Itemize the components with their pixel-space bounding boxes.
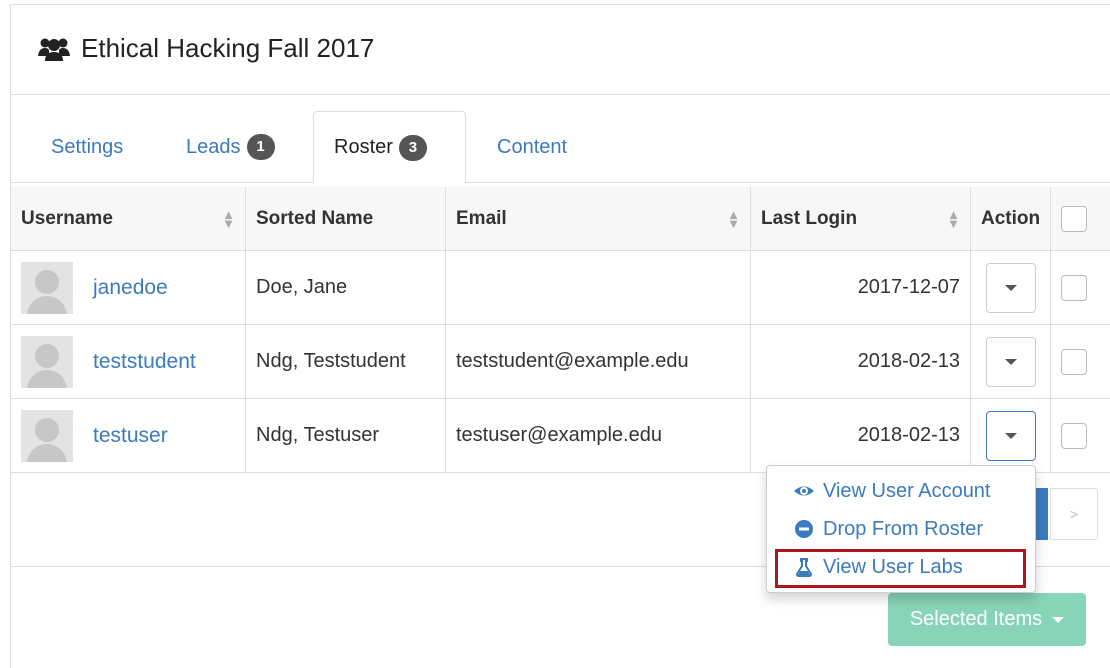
sort-icon: ▲ ▼	[222, 206, 235, 231]
avatar	[21, 335, 73, 388]
select-all-checkbox[interactable]	[1061, 205, 1087, 232]
header-last-login[interactable]: Last Login ▲ ▼	[751, 187, 971, 250]
chevron-down-icon	[1004, 284, 1017, 291]
sorted-name-cell: Doe, Jane	[246, 251, 446, 324]
table-row: janedoe Doe, Jane 2017-12-07	[11, 251, 1110, 325]
last-login-cell: 2018-02-13	[751, 399, 971, 472]
header-email[interactable]: Email ▲ ▼	[446, 187, 751, 250]
avatar	[21, 409, 73, 462]
row-checkbox[interactable]	[1061, 274, 1087, 301]
email-cell: testuser@example.edu	[446, 399, 751, 472]
page-title-text: Ethical Hacking Fall 2017	[81, 33, 375, 63]
tab-leads[interactable]: Leads 1	[166, 111, 295, 183]
action-dropdown-button[interactable]	[985, 336, 1036, 387]
action-cell	[971, 399, 1051, 472]
sort-icon: ▲ ▼	[947, 206, 960, 231]
avatar	[21, 261, 73, 314]
table-header-row: Username ▲ ▼ Sorted Name Email ▲ ▼ Last Lo…	[11, 187, 1110, 251]
page-title: Ethical Hacking Fall 2017	[37, 33, 374, 64]
users-icon	[38, 38, 70, 61]
tab-content[interactable]: Content	[477, 111, 587, 183]
chevron-down-icon	[1004, 358, 1017, 365]
select-cell	[1051, 251, 1110, 324]
header-email-label: Email	[456, 207, 507, 229]
chevron-down-icon	[1004, 432, 1017, 439]
action-dropdown-button[interactable]	[985, 410, 1036, 461]
header-last-login-label: Last Login	[761, 207, 858, 229]
header-action-label: Action	[981, 207, 1041, 229]
minus-circle-icon	[795, 520, 813, 538]
header-select-all	[1051, 187, 1110, 250]
action-cell	[971, 325, 1051, 398]
username-cell: testuser	[11, 399, 246, 472]
leads-count-badge: 1	[246, 134, 275, 160]
action-cell	[971, 251, 1051, 324]
tab-content-label: Content	[497, 135, 568, 158]
last-login-cell: 2017-12-07	[751, 251, 971, 324]
username-link[interactable]: janedoe	[93, 276, 168, 300]
tab-settings[interactable]: Settings	[31, 111, 143, 183]
last-login-cell: 2018-02-13	[751, 325, 971, 398]
chevron-down-icon	[1052, 616, 1065, 623]
row-checkbox[interactable]	[1061, 422, 1087, 449]
sort-icon: ▲ ▼	[727, 206, 740, 231]
username-cell: teststudent	[11, 325, 246, 398]
pagination-next-button[interactable]: >	[1050, 488, 1098, 540]
username-link[interactable]: testuser	[93, 424, 168, 448]
pagination-current-page[interactable]	[1036, 488, 1048, 540]
header-action: Action	[971, 187, 1051, 250]
email-cell	[446, 251, 751, 324]
header-sorted-name: Sorted Name	[246, 187, 446, 250]
row-checkbox[interactable]	[1061, 348, 1087, 375]
email-cell: teststudent@example.edu	[446, 325, 751, 398]
tab-bar: Settings Leads 1 Roster 3 Content	[11, 111, 1110, 184]
menu-item-label: View User Account	[823, 479, 991, 502]
username-cell: janedoe	[11, 251, 246, 324]
tab-settings-label: Settings	[51, 135, 124, 158]
sorted-name-cell: Ndg, Testuser	[246, 399, 446, 472]
sorted-name-cell: Ndg, Teststudent	[246, 325, 446, 398]
username-link[interactable]: teststudent	[93, 350, 196, 374]
selected-items-button[interactable]: Selected Items	[888, 593, 1086, 646]
table-row: testuser Ndg, Testuser testuser@example.…	[11, 399, 1110, 473]
tab-leads-label: Leads	[186, 135, 241, 158]
menu-item-drop-from-roster[interactable]: Drop From Roster	[793, 514, 983, 544]
header-username-label: Username	[21, 207, 113, 229]
table-row: teststudent Ndg, Teststudent teststudent…	[11, 325, 1110, 399]
tab-roster[interactable]: Roster 3	[313, 111, 466, 184]
roster-count-badge: 3	[398, 134, 427, 161]
view-user-labs-highlight-box	[775, 549, 1026, 588]
header-username[interactable]: Username ▲ ▼	[11, 187, 246, 250]
panel-header: Ethical Hacking Fall 2017	[11, 5, 1110, 95]
tab-roster-label: Roster	[334, 136, 393, 158]
menu-item-label: Drop From Roster	[823, 517, 984, 540]
header-sorted-name-label: Sorted Name	[256, 207, 374, 229]
menu-item-view-user-account[interactable]: View User Account	[793, 476, 991, 506]
select-cell	[1051, 399, 1110, 472]
action-dropdown-button[interactable]	[985, 262, 1036, 313]
select-cell	[1051, 325, 1110, 398]
eye-icon	[794, 486, 814, 496]
selected-items-label: Selected Items	[909, 608, 1043, 630]
